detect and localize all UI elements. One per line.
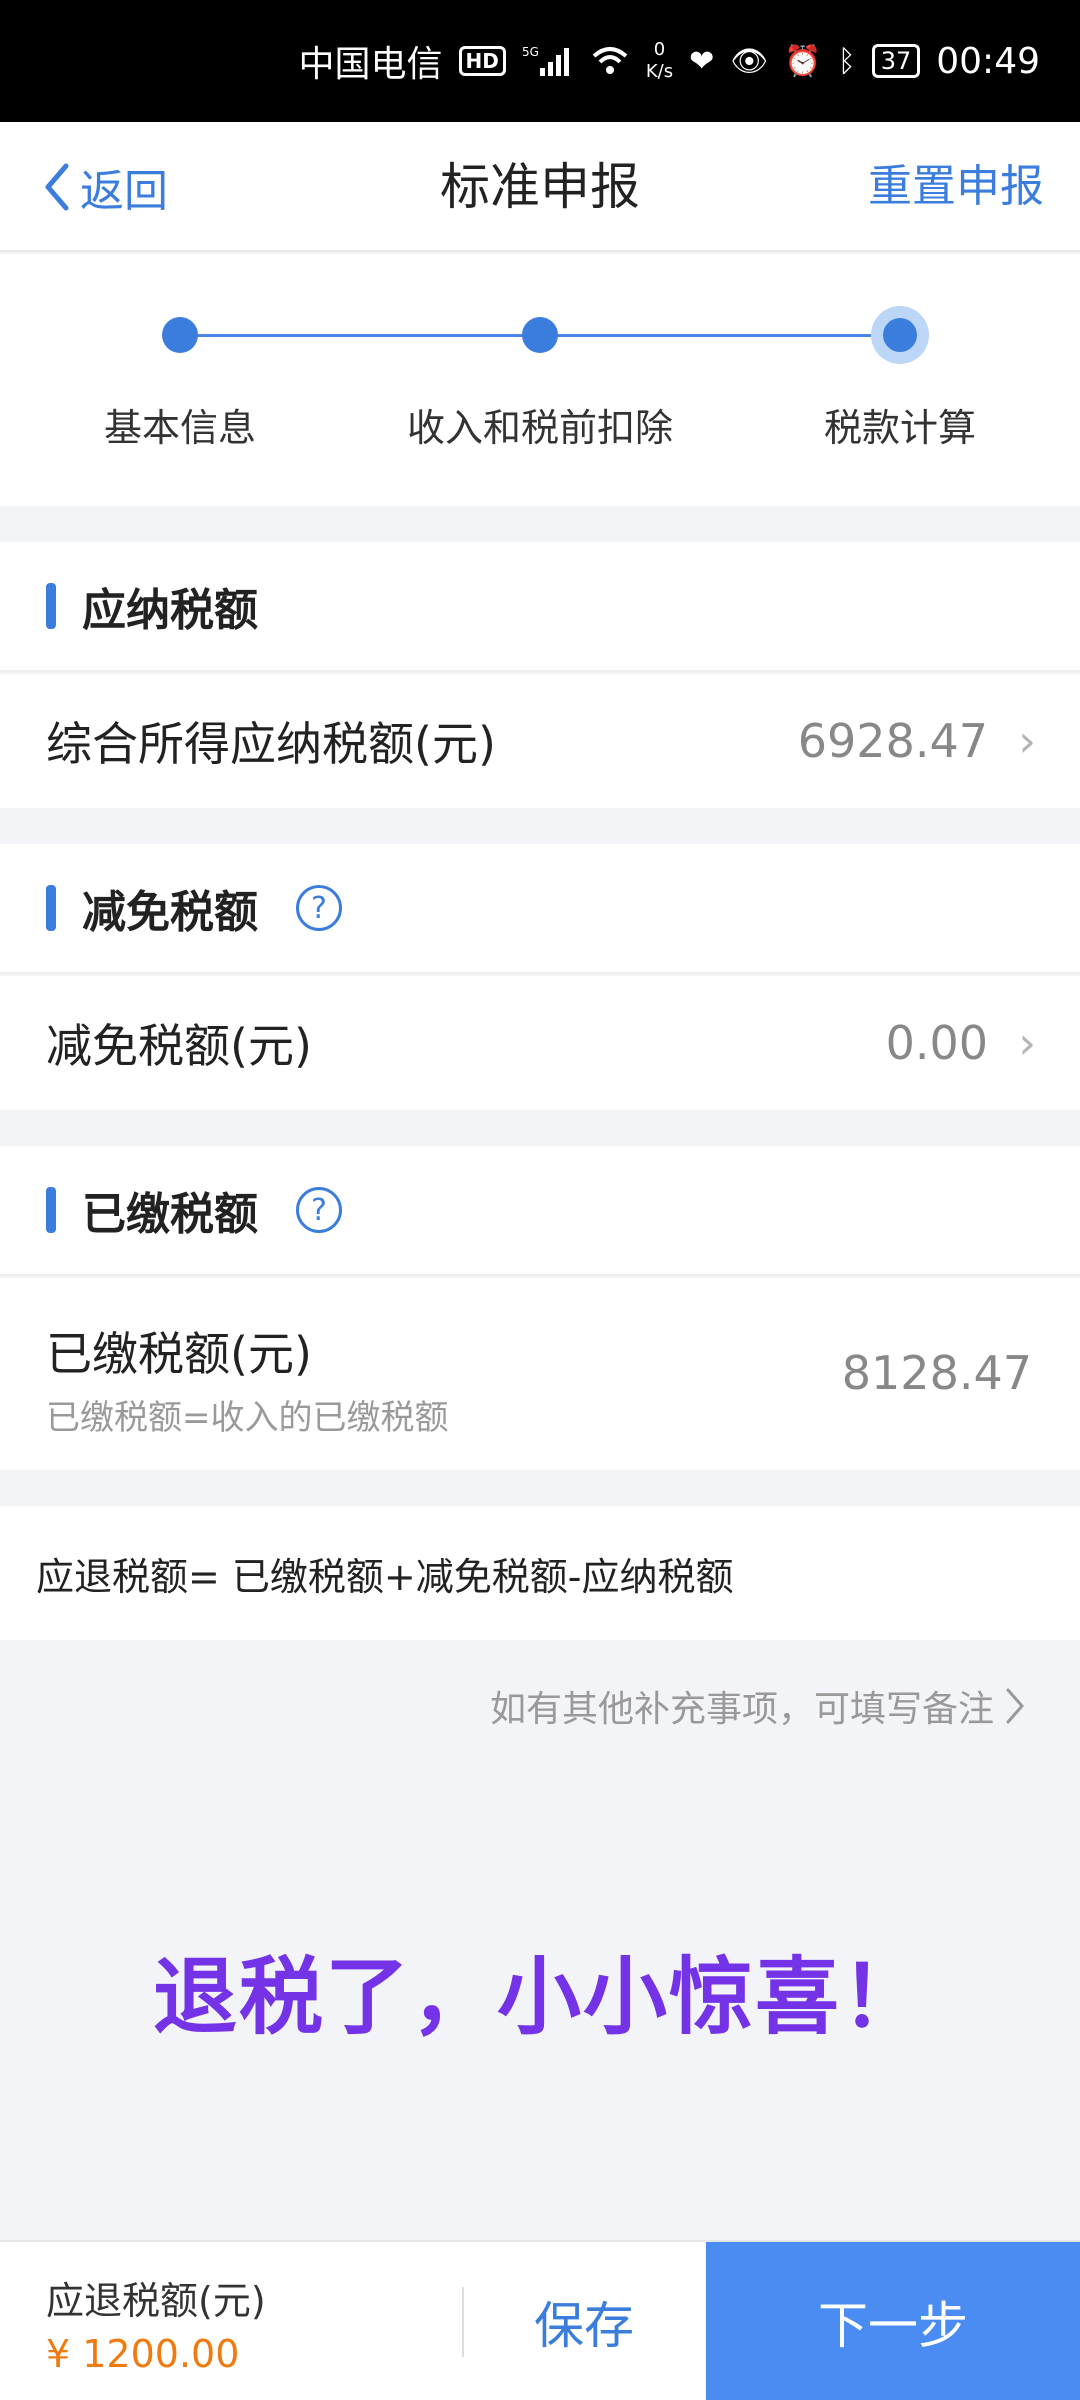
refund-formula: 应退税额= 已缴税额+减免税额-应纳税额 (0, 1506, 1080, 1640)
clock: 00:49 (936, 40, 1040, 82)
row-value: 0.00 (885, 1016, 988, 1070)
section-header-payable: 应纳税额 (0, 542, 1080, 672)
refund-amount: ¥ 1200.00 (46, 2332, 240, 2376)
bluetooth-icon: ᛒ (837, 43, 856, 79)
next-step-button[interactable]: 下一步 (706, 2242, 1080, 2400)
reset-declaration-button[interactable]: 重置申报 (868, 122, 1044, 252)
nav-bar: 返回 标准申报 重置申报 (0, 122, 1080, 252)
network-type: 5G (522, 45, 539, 59)
chevron-right-icon: › (1018, 1017, 1036, 1069)
chevron-right-icon: › (1018, 715, 1036, 767)
section-title: 应纳税额 (82, 585, 258, 636)
remark-link-label: 如有其他补充事项，可填写备注 (489, 1689, 994, 1730)
step-label-tax-calc: 税款计算 (823, 406, 977, 450)
section-header-paid: 已缴税额 ? (0, 1146, 1080, 1276)
tax-reduction-row[interactable]: 减免税额(元) 0.00 › (0, 976, 1080, 1110)
signal-icon: 5G (522, 44, 574, 78)
hd-icon: HD (458, 46, 506, 76)
step-dot-basic-info (162, 317, 198, 353)
step-dot-income (522, 317, 558, 353)
section-title: 减免税额 (82, 887, 258, 938)
progress-stepper: 基本信息 收入和税前扣除 税款计算 (0, 254, 1080, 506)
section-title: 已缴税额 (82, 1189, 258, 1240)
step-label-basic-info: 基本信息 (103, 406, 257, 450)
section-accent-bar (46, 1187, 56, 1233)
row-label: 减免税额(元) (46, 1019, 312, 1073)
overlay-caption: 退税了，小小惊喜！ (152, 1948, 927, 2046)
help-icon[interactable]: ? (296, 1187, 342, 1233)
row-value: 8128.47 (841, 1346, 1032, 1400)
paid-tax-row: 已缴税额(元) 已缴税额=收入的已缴税额 8128.47 (0, 1278, 1080, 1470)
battery-icon: 37 (871, 44, 921, 78)
save-button[interactable]: 保存 (464, 2242, 704, 2400)
section-header-reduction: 减免税额 ? (0, 844, 1080, 974)
row-label: 综合所得应纳税额(元) (46, 717, 496, 771)
carrier-name: 中国电信 (298, 44, 443, 85)
net-speed: 0 K/s (646, 39, 673, 83)
step-connector (180, 334, 540, 337)
step-dot-tax-calc (871, 306, 929, 364)
row-value: 6928.47 (797, 714, 988, 768)
section-accent-bar (46, 885, 56, 931)
bottom-action-bar: 应退税额(元) ¥ 1200.00 保存 下一步 (0, 2240, 1080, 2400)
help-icon[interactable]: ? (296, 885, 342, 931)
section-accent-bar (46, 583, 56, 629)
alarm-icon: ⏰ (784, 43, 822, 79)
refund-label: 应退税额(元) (46, 2279, 266, 2323)
chevron-right-icon (1006, 1688, 1024, 1724)
heart-rate-icon: ❤ (689, 43, 715, 79)
step-connector (540, 334, 900, 337)
net-speed-unit: K/s (645, 61, 674, 82)
status-bar: 中国电信 HD 5G 0 K/s ❤ 👁 ⏰ ᛒ 37 00:49 (0, 0, 1080, 122)
wifi-icon (590, 44, 630, 78)
eye-icon: 👁 (730, 43, 769, 79)
net-speed-value: 0 (653, 39, 666, 60)
payable-tax-row[interactable]: 综合所得应纳税额(元) 6928.47 › (0, 674, 1080, 808)
add-remark-link[interactable]: 如有其他补充事项，可填写备注 (490, 1680, 1028, 1732)
step-label-income: 收入和税前扣除 (406, 406, 674, 450)
